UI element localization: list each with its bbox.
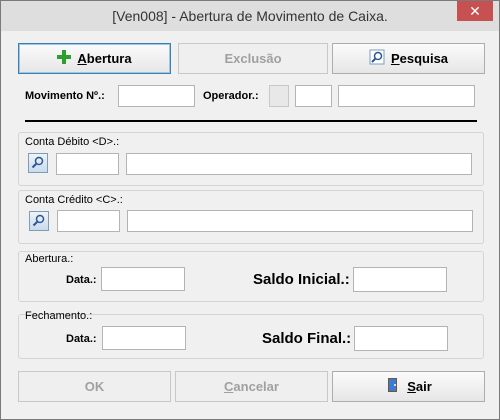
exclusao-button[interactable]: Exclusão	[178, 43, 328, 74]
fechamento-data-field[interactable]	[102, 326, 186, 350]
conta-credito-label: Conta Crédito <C>.:	[25, 194, 123, 206]
plus-icon	[57, 50, 72, 67]
close-icon: ✕	[469, 3, 481, 19]
saldo-final-label: Saldo Final.:	[262, 330, 352, 347]
abertura-button[interactable]: Abertura	[18, 43, 171, 74]
pesquisa-button[interactable]: Pesquisa	[332, 43, 485, 74]
operador-name-field[interactable]	[338, 85, 475, 107]
fechamento-data-label: Data.:	[66, 333, 97, 345]
separator	[25, 120, 477, 122]
window-title: [Ven008] - Abertura de Movimento de Caix…	[112, 8, 388, 24]
search-icon	[369, 49, 385, 68]
sair-label: air	[415, 379, 432, 394]
ok-label: OK	[84, 379, 105, 394]
conta-credito-description-field[interactable]	[127, 210, 473, 232]
title-bar: [Ven008] - Abertura de Movimento de Caix…	[1, 1, 499, 31]
sair-button[interactable]: Sair	[332, 371, 485, 402]
saldo-inicial-field[interactable]	[353, 267, 447, 292]
cancelar-mnemonic: C	[224, 379, 234, 394]
lookup-icon	[32, 214, 45, 227]
abertura-group-label: Abertura.:	[25, 253, 74, 265]
exclusao-label: Exclusão	[224, 51, 282, 66]
lookup-icon	[31, 156, 44, 169]
abertura-data-label: Data.:	[66, 274, 97, 286]
close-button[interactable]: ✕	[457, 1, 493, 21]
operador-code-field[interactable]	[295, 85, 332, 107]
conta-debito-code-field[interactable]	[56, 153, 119, 175]
movimento-label: Movimento Nº.:	[25, 90, 105, 102]
sair-mnemonic: S	[407, 379, 416, 394]
conta-debito-lookup-button[interactable]	[28, 153, 48, 173]
ok-button[interactable]: OK	[18, 371, 171, 402]
conta-credito-code-field[interactable]	[57, 210, 120, 232]
abertura-label: bertura	[86, 51, 132, 66]
conta-credito-lookup-button[interactable]	[29, 211, 49, 231]
abertura-mnemonic: A	[77, 51, 87, 66]
movimento-field[interactable]	[118, 85, 195, 107]
pesquisa-mnemonic: P	[390, 51, 400, 66]
fechamento-group-label: Fechamento.:	[25, 310, 93, 322]
operador-lookup[interactable]	[269, 85, 289, 107]
exit-door-icon	[385, 377, 401, 396]
saldo-final-field[interactable]	[354, 326, 448, 351]
cancelar-button[interactable]: Cancelar	[175, 371, 328, 402]
conta-debito-label: Conta Débito <D>.:	[25, 136, 120, 148]
operador-label: Operador.:	[203, 90, 259, 102]
saldo-inicial-label: Saldo Inicial.:	[253, 271, 350, 288]
dialog-window: [Ven008] - Abertura de Movimento de Caix…	[0, 0, 500, 420]
conta-debito-description-field[interactable]	[126, 153, 472, 175]
abertura-data-field[interactable]	[101, 267, 185, 291]
cancelar-label: ancelar	[233, 379, 279, 394]
pesquisa-label: esquisa	[399, 51, 449, 66]
